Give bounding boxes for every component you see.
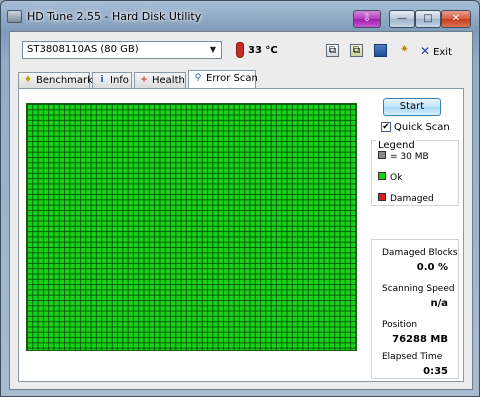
benchmark-icon: ♦ bbox=[23, 75, 33, 85]
error-scan-panel: Start ✔ Quick Scan Legend = 30 MB Ok Dam… bbox=[18, 88, 464, 382]
maximize-button[interactable]: □ bbox=[415, 10, 441, 28]
tab-error-scan[interactable]: ⚲ Error Scan bbox=[188, 70, 258, 89]
legend-swatch bbox=[378, 193, 386, 201]
scanning-speed-label: Scanning Speed bbox=[382, 284, 455, 294]
legend-swatch bbox=[378, 172, 386, 180]
error-scan-icon: ⚲ bbox=[194, 73, 202, 83]
window-title: HD Tune 2.55 - Hard Disk Utility bbox=[27, 10, 202, 23]
extra-window-button[interactable]: ⇩ bbox=[353, 10, 381, 28]
scan-map bbox=[26, 103, 357, 351]
elapsed-time-value: 0:35 bbox=[423, 366, 448, 377]
copy-all-icon[interactable]: ⧉ bbox=[350, 44, 363, 57]
tab-label: Benchmark bbox=[36, 75, 93, 86]
save-icon[interactable] bbox=[374, 44, 387, 57]
stats-group: Damaged Blocks 0.0 % Scanning Speed n/a … bbox=[371, 239, 459, 379]
exit-label: Exit bbox=[433, 47, 452, 58]
close-button[interactable]: ✕ bbox=[441, 10, 471, 28]
drive-select[interactable]: ST3808110AS (80 GB) ▼ bbox=[22, 41, 222, 59]
legend-item-damaged: Damaged bbox=[378, 193, 434, 204]
copy-icon[interactable]: ⧉ bbox=[326, 44, 339, 57]
info-icon: i bbox=[100, 75, 104, 85]
damaged-blocks-label: Damaged Blocks bbox=[382, 248, 458, 258]
exit-icon: ✕ bbox=[420, 44, 431, 58]
legend-label: Ok bbox=[390, 173, 403, 183]
legend-title: Legend bbox=[376, 140, 417, 151]
legend-swatch bbox=[378, 151, 386, 159]
tab-label: Info bbox=[110, 75, 129, 86]
damaged-blocks-value: 0.0 % bbox=[416, 262, 448, 273]
tab-label: Error Scan bbox=[206, 73, 258, 84]
app-icon bbox=[7, 10, 22, 23]
minimize-button[interactable]: — bbox=[389, 10, 415, 28]
quick-scan-checkbox[interactable]: ✔ bbox=[381, 122, 391, 132]
options-icon[interactable]: ✷ bbox=[398, 44, 411, 57]
elapsed-time-label: Elapsed Time bbox=[382, 352, 443, 362]
temperature-value: 33 °C bbox=[248, 45, 278, 56]
health-icon: + bbox=[140, 75, 148, 85]
tab-info[interactable]: i Info bbox=[92, 72, 132, 88]
legend-group: Legend = 30 MB Ok Damaged bbox=[371, 140, 459, 206]
tab-health[interactable]: + Health bbox=[134, 72, 186, 88]
app-window: HD Tune 2.55 - Hard Disk Utility ⇩ — □ ✕… bbox=[0, 0, 480, 397]
drive-select-value: ST3808110AS (80 GB) bbox=[27, 44, 139, 55]
chevron-down-icon[interactable]: ▼ bbox=[205, 42, 221, 58]
title-bar[interactable]: HD Tune 2.55 - Hard Disk Utility ⇩ — □ ✕ bbox=[1, 1, 479, 31]
main-content: ST3808110AS (80 GB) ▼ 33 °C ⧉ ⧉ ✷ ✕ Exit … bbox=[9, 31, 473, 390]
scan-block-grid bbox=[27, 104, 356, 350]
position-value: 76288 MB bbox=[392, 334, 448, 345]
quick-scan-label: Quick Scan bbox=[394, 122, 450, 133]
scanning-speed-value: n/a bbox=[430, 298, 448, 309]
start-button[interactable]: Start bbox=[383, 98, 441, 116]
tab-benchmark[interactable]: ♦ Benchmark bbox=[18, 72, 93, 88]
exit-button[interactable]: ✕ Exit bbox=[420, 43, 452, 59]
legend-label: = 30 MB bbox=[390, 152, 429, 162]
thermometer-icon bbox=[236, 42, 244, 58]
legend-item-ok: Ok bbox=[378, 172, 402, 183]
legend-label: Damaged bbox=[390, 194, 434, 204]
legend-item-block-size: = 30 MB bbox=[378, 151, 429, 162]
tab-label: Health bbox=[152, 75, 185, 86]
position-label: Position bbox=[382, 320, 418, 330]
